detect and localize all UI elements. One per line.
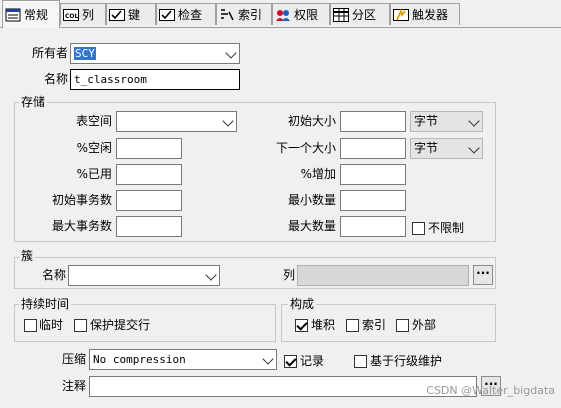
initial-size-unit-select[interactable]: 字节 bbox=[410, 111, 483, 132]
initrans-label: 初始事务数 bbox=[51, 193, 112, 207]
cluster-columns-field[interactable] bbox=[297, 265, 469, 286]
tab-label: 常规 bbox=[24, 8, 49, 22]
compression-select[interactable]: No compression bbox=[89, 349, 277, 370]
check-icon bbox=[159, 8, 175, 22]
temporary-checkbox[interactable] bbox=[24, 319, 37, 332]
tab-indexes[interactable]: 索引 bbox=[216, 3, 272, 25]
tab-label: 检查 bbox=[178, 8, 203, 22]
tab-label: 触发器 bbox=[412, 8, 449, 22]
compression-value: No compression bbox=[93, 353, 186, 366]
initrans-input[interactable] bbox=[116, 190, 182, 211]
tab-checks[interactable]: 检查 bbox=[156, 3, 216, 25]
next-size-unit-select[interactable]: 字节 bbox=[410, 138, 483, 159]
chevron-down-icon bbox=[468, 142, 480, 154]
tab-label: 分区 bbox=[352, 8, 377, 22]
owner-label: 所有者 bbox=[31, 46, 68, 60]
tab-privileges[interactable]: 权限 bbox=[272, 3, 330, 25]
next-size-input[interactable] bbox=[340, 138, 406, 159]
duration-title: 持续时间 bbox=[19, 297, 72, 311]
ellipsis-icon: ··· bbox=[476, 266, 490, 280]
tab-triggers[interactable]: 触发器 bbox=[390, 3, 460, 25]
index-organized-label: 索引 bbox=[362, 318, 387, 332]
chevron-down-icon bbox=[468, 115, 480, 127]
logging-label: 记录 bbox=[300, 354, 325, 368]
organization-title: 构成 bbox=[288, 297, 317, 311]
tablespace-select[interactable] bbox=[116, 111, 237, 132]
storage-title: 存储 bbox=[19, 95, 48, 109]
cluster-columns-label: 列 bbox=[283, 268, 296, 282]
cluster-name-label: 名称 bbox=[41, 268, 66, 282]
logging-checkbox[interactable] bbox=[284, 355, 297, 368]
tab-label: 索引 bbox=[238, 8, 263, 22]
index-icon bbox=[219, 8, 235, 22]
heap-checkbox[interactable] bbox=[295, 319, 308, 332]
comment-input[interactable] bbox=[89, 376, 477, 397]
preserve-rows-label: 保护提交行 bbox=[90, 318, 151, 332]
index-organized-checkbox[interactable] bbox=[346, 319, 359, 332]
cluster-title: 簇 bbox=[19, 249, 36, 263]
external-label: 外部 bbox=[412, 318, 437, 332]
preserve-rows-checkbox[interactable] bbox=[74, 319, 87, 332]
svg-text:COL: COL bbox=[65, 13, 79, 20]
column-icon: COL bbox=[63, 8, 79, 22]
tab-bar: 常规 COL 列 键 检查 索引 权限 分区 触发器 bbox=[0, 0, 561, 28]
pct-free-input[interactable] bbox=[116, 138, 182, 159]
tab-columns[interactable]: COL 列 bbox=[60, 3, 106, 25]
pct-free-label: %空闲 bbox=[76, 141, 112, 155]
name-label: 名称 bbox=[43, 72, 68, 86]
tab-label: 权限 bbox=[294, 8, 319, 22]
unlimited-checkbox[interactable] bbox=[412, 222, 425, 235]
maxtrans-input[interactable] bbox=[116, 216, 182, 237]
properties-icon bbox=[5, 8, 21, 22]
key-icon bbox=[109, 8, 125, 22]
max-extents-input[interactable] bbox=[340, 216, 406, 237]
chevron-down-icon bbox=[225, 47, 237, 59]
pct-increase-input[interactable] bbox=[340, 164, 406, 185]
owner-select[interactable]: SCY bbox=[70, 43, 240, 64]
pct-used-label: %已用 bbox=[76, 167, 112, 181]
row-movement-label: 基于行级维护 bbox=[370, 354, 443, 368]
external-checkbox[interactable] bbox=[396, 319, 409, 332]
max-extents-label: 最大数量 bbox=[287, 219, 336, 233]
chevron-down-icon bbox=[222, 115, 234, 127]
tab-partitions[interactable]: 分区 bbox=[330, 3, 390, 25]
partition-icon bbox=[333, 7, 349, 22]
temporary-label: 临时 bbox=[39, 318, 64, 332]
watermark-text: CSDN @Walter_bigdata bbox=[426, 384, 555, 397]
tab-divider bbox=[0, 27, 561, 28]
next-size-label: 下一个大小 bbox=[275, 141, 336, 155]
tab-general[interactable]: 常规 bbox=[2, 0, 60, 28]
tab-label: 键 bbox=[128, 8, 141, 22]
pct-used-input[interactable] bbox=[116, 164, 182, 185]
unlimited-label: 不限制 bbox=[428, 221, 465, 235]
name-input[interactable]: t_classroom bbox=[70, 69, 240, 90]
initial-size-input[interactable] bbox=[340, 111, 406, 132]
min-extents-label: 最小数量 bbox=[287, 193, 336, 207]
heap-label: 堆积 bbox=[311, 318, 336, 332]
tab-label: 列 bbox=[82, 8, 95, 22]
tablespace-label: 表空间 bbox=[75, 114, 112, 128]
compression-label: 压缩 bbox=[61, 352, 86, 366]
row-movement-checkbox[interactable] bbox=[354, 355, 367, 368]
min-extents-input[interactable] bbox=[340, 190, 406, 211]
tab-keys[interactable]: 键 bbox=[106, 3, 156, 25]
trigger-icon bbox=[393, 7, 409, 22]
permission-icon bbox=[275, 8, 291, 22]
maxtrans-label: 最大事务数 bbox=[51, 219, 112, 233]
cluster-columns-browse-button[interactable]: ··· bbox=[473, 265, 493, 285]
comment-label: 注释 bbox=[61, 379, 86, 393]
initial-size-label: 初始大小 bbox=[287, 114, 336, 128]
pct-increase-label: %增加 bbox=[300, 167, 336, 181]
name-value: t_classroom bbox=[74, 73, 147, 86]
cluster-name-select[interactable] bbox=[68, 265, 220, 286]
chevron-down-icon bbox=[205, 269, 217, 281]
next-unit-value: 字节 bbox=[414, 141, 439, 155]
initial-unit-value: 字节 bbox=[414, 114, 439, 128]
owner-value: SCY bbox=[74, 47, 96, 60]
chevron-down-icon bbox=[262, 353, 274, 365]
